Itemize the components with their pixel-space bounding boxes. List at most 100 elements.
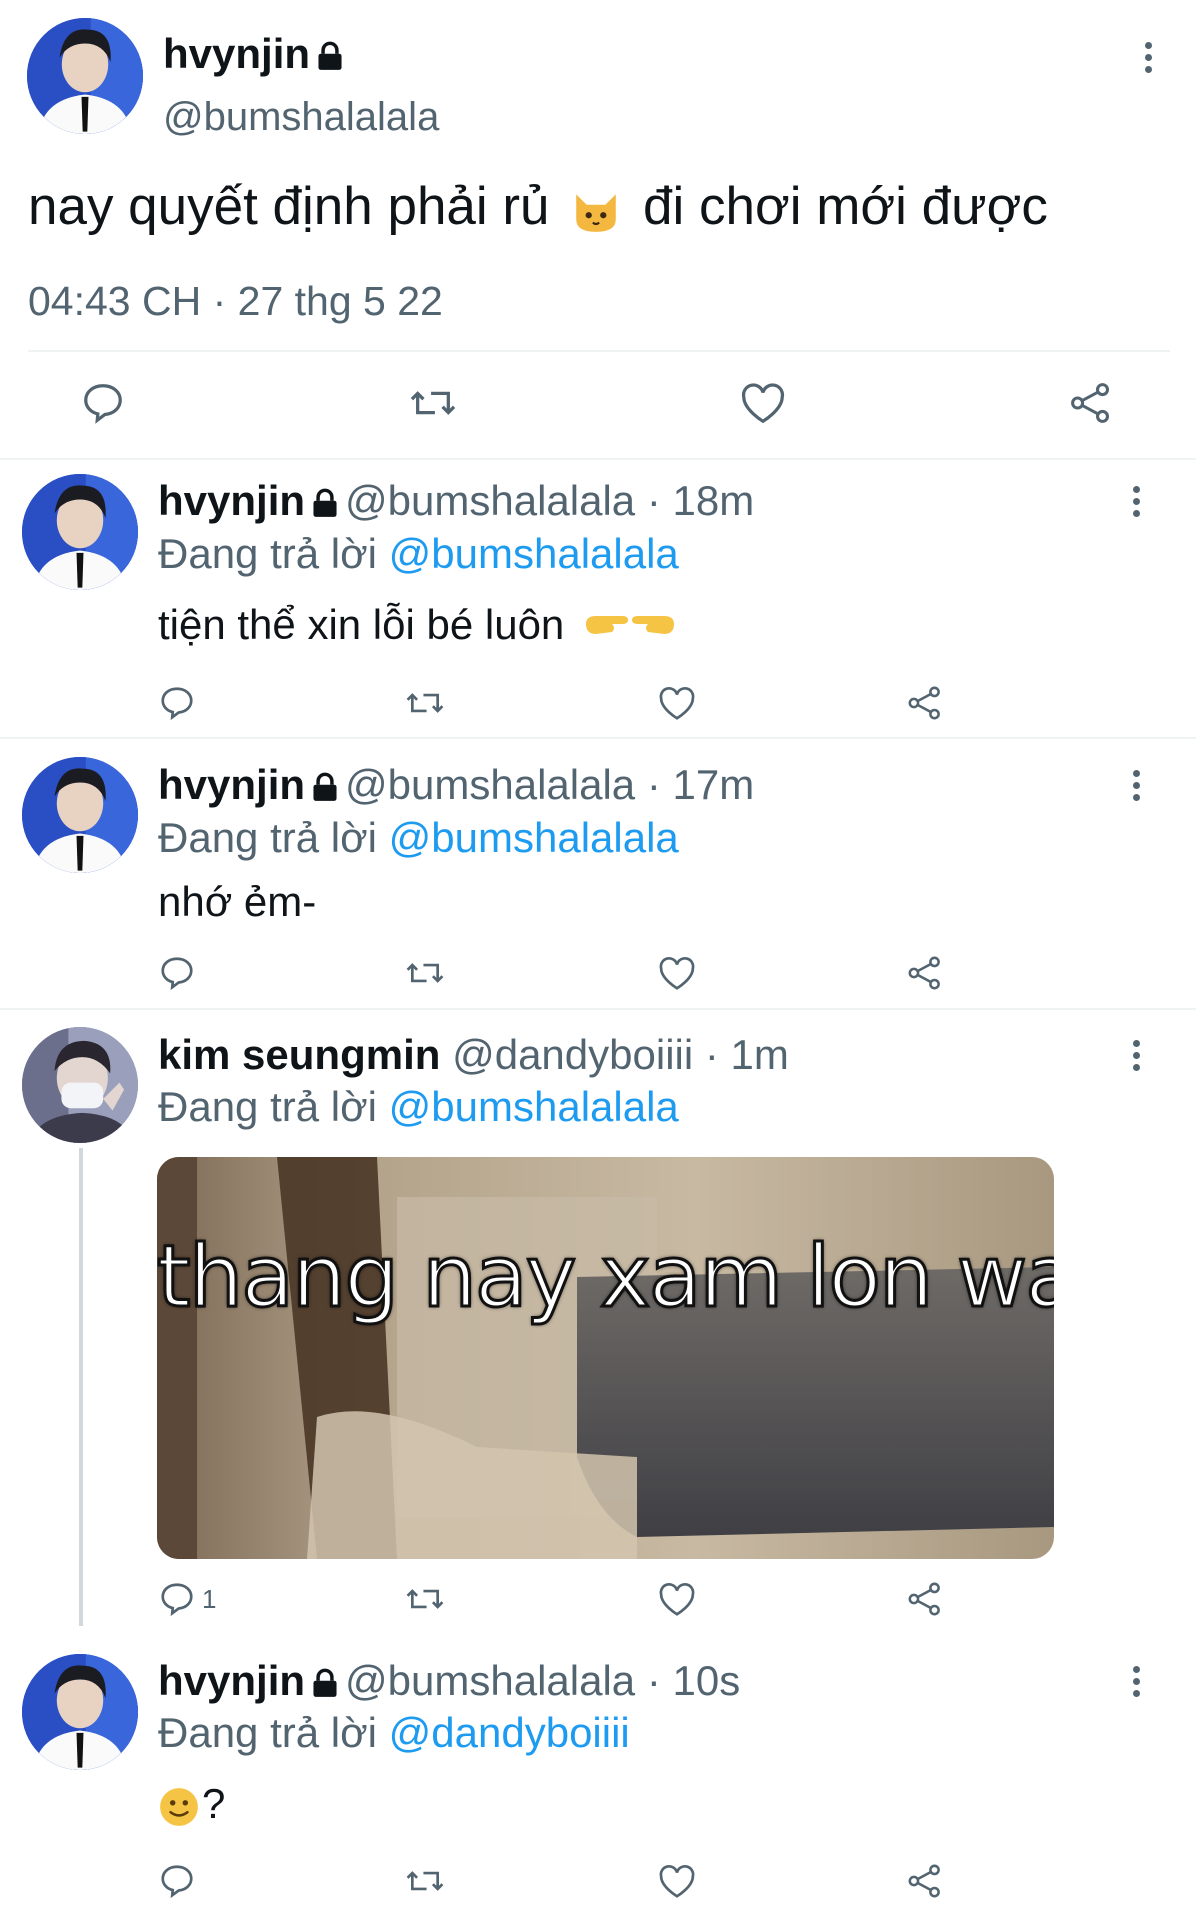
speech-bubble-icon bbox=[80, 380, 126, 426]
display-name[interactable]: hvynjin bbox=[158, 477, 305, 524]
replying-to-link[interactable]: @dandyboiiii bbox=[389, 1709, 630, 1756]
like-button[interactable] bbox=[658, 1582, 696, 1618]
reply-header: kim seungmin @dandyboiiii · 1m bbox=[158, 1028, 789, 1082]
reply-button[interactable] bbox=[80, 380, 126, 426]
retweet-button[interactable] bbox=[404, 1862, 446, 1900]
user-handle[interactable]: @dandyboiiii bbox=[452, 1031, 693, 1078]
display-name-text: hvynjin bbox=[163, 30, 311, 77]
cat-face-emoji-icon bbox=[570, 184, 622, 236]
tweet-text: nay quyết định phải rủ đi chơi mới được bbox=[28, 174, 1048, 240]
retweet-icon bbox=[408, 380, 458, 426]
divider bbox=[0, 1008, 1196, 1010]
replying-to-link[interactable]: @bumshalalala bbox=[389, 1083, 679, 1130]
retweet-button[interactable] bbox=[408, 380, 458, 426]
reply-header: hvynjin @bumshalalala · 18m bbox=[158, 474, 754, 531]
timestamp-divider bbox=[28, 350, 1170, 352]
heart-icon bbox=[658, 956, 696, 992]
like-button[interactable] bbox=[658, 956, 696, 992]
replying-to: Đang trả lời @bumshalalala bbox=[158, 811, 679, 865]
replying-to-label: Đang trả lời bbox=[158, 1083, 377, 1130]
more-options-icon[interactable] bbox=[1142, 42, 1154, 78]
heart-icon bbox=[658, 686, 696, 722]
replying-to-link[interactable]: @bumshalalala bbox=[389, 530, 679, 577]
reply-time[interactable]: · 18m bbox=[647, 477, 754, 524]
more-options-icon[interactable] bbox=[1130, 486, 1142, 522]
avatar[interactable] bbox=[22, 1654, 138, 1770]
lock-icon bbox=[316, 31, 344, 83]
divider bbox=[0, 458, 1196, 460]
tweet-text-part-1: nay quyết định phải rủ bbox=[28, 177, 550, 236]
reply-header: hvynjin @bumshalalala · 17m bbox=[158, 758, 754, 815]
reply-button[interactable] bbox=[158, 1862, 196, 1900]
more-options-icon[interactable] bbox=[1130, 1666, 1142, 1702]
reply-text: tiện thể xin lỗi bé luôn bbox=[158, 597, 678, 656]
heart-icon bbox=[658, 1582, 696, 1618]
replying-to-label: Đang trả lời bbox=[158, 1709, 377, 1756]
share-button[interactable] bbox=[906, 1862, 944, 1900]
replying-to-label: Đang trả lời bbox=[158, 530, 377, 577]
user-handle[interactable]: @bumshalalala bbox=[163, 92, 439, 142]
thread-line bbox=[79, 1148, 83, 1626]
replying-to-label: Đang trả lời bbox=[158, 814, 377, 861]
speech-bubble-icon bbox=[158, 1580, 196, 1618]
retweet-icon bbox=[404, 684, 446, 722]
display-name[interactable]: hvynjin bbox=[158, 1657, 305, 1704]
avatar[interactable] bbox=[22, 757, 138, 873]
avatar[interactable] bbox=[22, 1027, 138, 1143]
reply-count: 1 bbox=[202, 1583, 217, 1614]
share-button[interactable] bbox=[906, 954, 944, 992]
more-options-icon[interactable] bbox=[1130, 770, 1142, 806]
reply-time[interactable]: · 17m bbox=[647, 761, 754, 808]
pointing-hands-emoji-icon bbox=[582, 600, 678, 656]
reply-header: hvynjin @bumshalalala · 10s bbox=[158, 1654, 740, 1711]
display-name[interactable]: kim seungmin bbox=[158, 1031, 440, 1078]
speech-bubble-icon bbox=[158, 1862, 196, 1900]
tweet-timestamp[interactable]: 04:43 CH · 27 thg 5 22 bbox=[28, 275, 443, 327]
like-button[interactable] bbox=[658, 686, 696, 722]
share-button[interactable] bbox=[906, 684, 944, 722]
replying-to-link[interactable]: @bumshalalala bbox=[389, 814, 679, 861]
user-handle[interactable]: @bumshalalala bbox=[345, 477, 635, 524]
avatar[interactable] bbox=[22, 474, 138, 590]
meme-photo bbox=[157, 1157, 1054, 1559]
retweet-button[interactable] bbox=[404, 954, 446, 992]
lock-icon bbox=[311, 1657, 339, 1711]
reply-text-content: ? bbox=[202, 1780, 226, 1827]
reply-button[interactable]: 1 bbox=[158, 1580, 216, 1618]
reply-text-content: tiện thể xin lỗi bé luôn bbox=[158, 601, 565, 648]
reply-text: nhớ ẻm- bbox=[158, 878, 317, 925]
replying-to: Đang trả lời @dandyboiiii bbox=[158, 1706, 630, 1760]
heart-icon bbox=[740, 382, 786, 426]
user-handle[interactable]: @bumshalalala bbox=[345, 1657, 635, 1704]
retweet-button[interactable] bbox=[404, 1580, 446, 1618]
display-name[interactable]: hvynjin bbox=[163, 28, 344, 83]
display-name[interactable]: hvynjin bbox=[158, 761, 305, 808]
reply-button[interactable] bbox=[158, 684, 196, 722]
reply-button[interactable] bbox=[158, 954, 196, 992]
share-icon bbox=[1068, 380, 1114, 426]
replying-to: Đang trả lời @bumshalalala bbox=[158, 1080, 679, 1134]
heart-icon bbox=[658, 1864, 696, 1900]
retweet-icon bbox=[404, 1580, 446, 1618]
tweet-text-part-2: đi chơi mới được bbox=[643, 177, 1048, 236]
share-icon bbox=[906, 1580, 944, 1618]
like-button[interactable] bbox=[740, 382, 786, 426]
like-button[interactable] bbox=[658, 1864, 696, 1900]
lock-icon bbox=[311, 761, 339, 815]
retweet-button[interactable] bbox=[404, 684, 446, 722]
user-handle[interactable]: @bumshalalala bbox=[345, 761, 635, 808]
avatar[interactable] bbox=[27, 18, 143, 134]
replying-to: Đang trả lời @bumshalalala bbox=[158, 527, 679, 581]
retweet-icon bbox=[404, 1862, 446, 1900]
retweet-icon bbox=[404, 954, 446, 992]
share-button[interactable] bbox=[1068, 380, 1114, 426]
divider bbox=[0, 737, 1196, 739]
reply-text: ? bbox=[158, 1776, 225, 1832]
speech-bubble-icon bbox=[158, 684, 196, 722]
speech-bubble-icon bbox=[158, 954, 196, 992]
reply-time[interactable]: · 1m bbox=[705, 1031, 789, 1078]
reply-time[interactable]: · 10s bbox=[647, 1657, 740, 1704]
share-button[interactable] bbox=[906, 1580, 944, 1618]
reply-media-image[interactable]: thang nay xam lon wa bbox=[157, 1157, 1054, 1559]
more-options-icon[interactable] bbox=[1130, 1040, 1142, 1076]
